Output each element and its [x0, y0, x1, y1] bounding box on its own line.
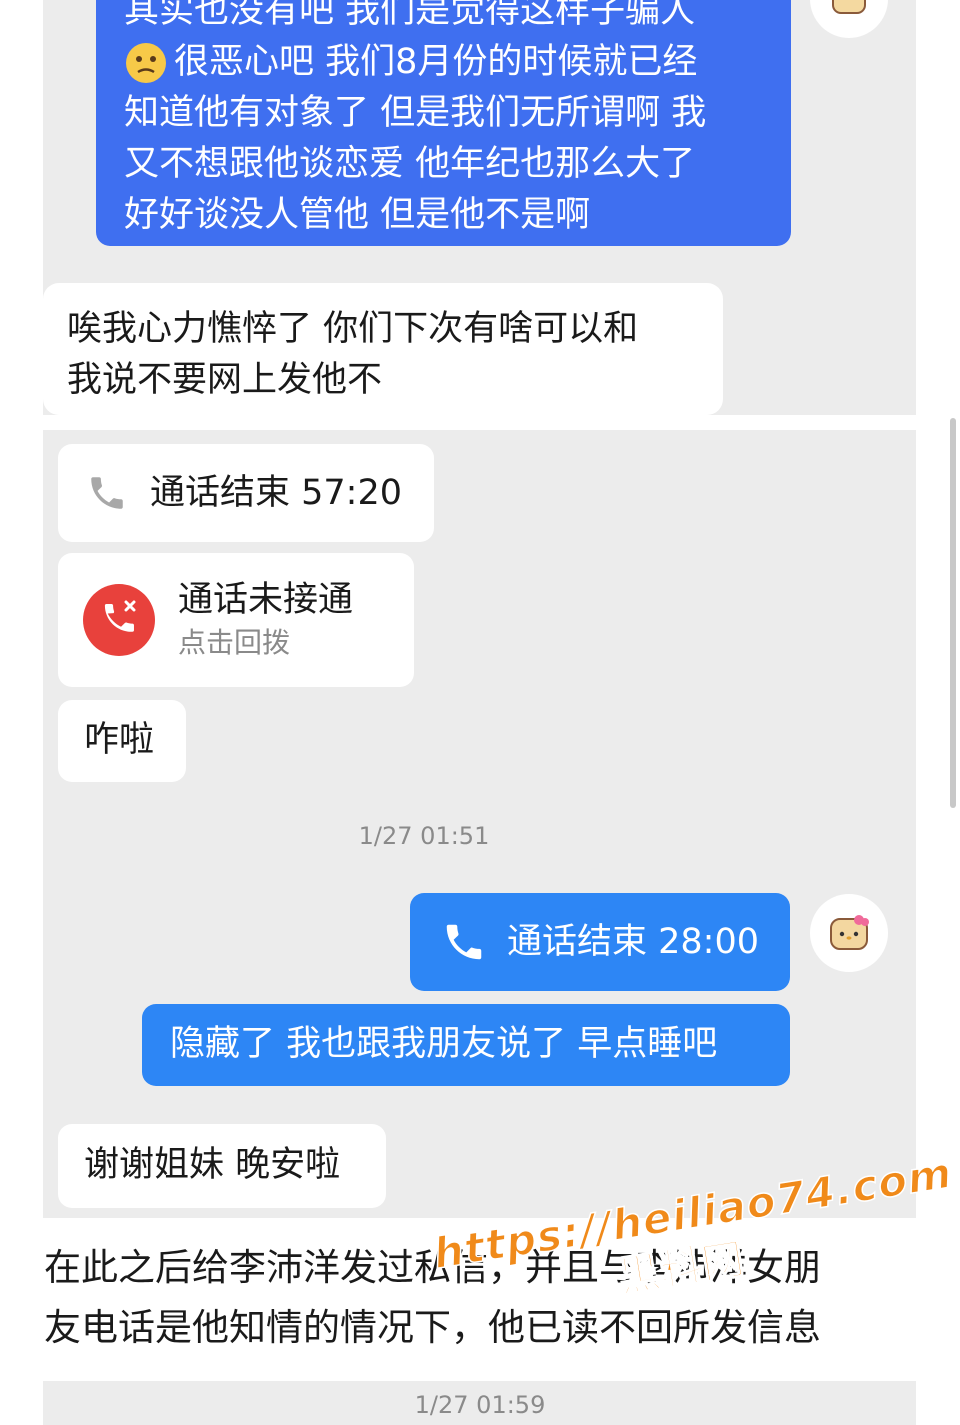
phone-icon — [446, 924, 482, 960]
avatar-sticker-icon — [832, 0, 866, 14]
received-message-bubble[interactable]: 谢谢姐妹 晚安啦 — [58, 1124, 386, 1208]
sent-message-bubble[interactable]: 其实也没有吧 我们是觉得这样子骗人 很恶心吧 我们8月份的时候就已经 知道他有对… — [96, 0, 791, 246]
received-message-bubble[interactable]: 咋啦 — [58, 700, 186, 782]
avatar[interactable] — [810, 894, 888, 972]
scrollbar[interactable] — [950, 418, 956, 808]
call-ended-bubble[interactable]: 通话结束 57:20 — [58, 444, 434, 542]
call-duration-label: 通话结束 28:00 — [507, 921, 759, 962]
missed-call-icon — [83, 584, 155, 656]
message-text: 又不想跟他谈恋爱 他年纪也那么大了 — [124, 144, 696, 184]
message-text: 好好谈没人管他 但是他不是啊 — [124, 195, 591, 235]
message-text: 很恶心吧 我们8月份的时候就已经 — [174, 42, 698, 82]
message-text: 其实也没有吧 我们是觉得这样子骗人 — [124, 0, 696, 31]
message-line: 很恶心吧 我们8月份的时候就已经 — [124, 37, 763, 88]
message-text: 咋啦 — [84, 720, 155, 760]
callback-link[interactable]: 点击回拨 — [178, 623, 353, 663]
message-text: 隐藏了 我也跟我朋友说了 早点睡吧 — [170, 1024, 718, 1064]
call-duration-label: 通话结束 57:20 — [150, 472, 402, 513]
message-text: 唉我心力憔悴了 你们下次有啥可以和 — [67, 309, 639, 349]
message-text: 谢谢姐妹 晚安啦 — [84, 1145, 341, 1185]
missed-call-title: 通话未接通 — [178, 580, 354, 620]
sent-message-bubble[interactable]: 隐藏了 我也跟我朋友说了 早点睡吧 — [142, 1004, 790, 1086]
message-text: 我说不要网上发他不 — [67, 360, 383, 400]
message-text: 知道他有对象了 但是我们无所谓啊 我 — [124, 93, 707, 133]
phone-icon — [91, 477, 123, 509]
missed-call-bubble[interactable]: 通话未接通 点击回拨 — [58, 553, 414, 687]
timestamp: 1/27 01:51 — [358, 822, 490, 850]
avatar-sticker-icon — [830, 915, 869, 950]
received-message-bubble[interactable]: 唉我心力憔悴了 你们下次有啥可以和 我说不要网上发他不 — [43, 283, 723, 415]
emoji-face-icon — [126, 42, 166, 83]
call-ended-bubble[interactable]: 通话结束 28:00 — [410, 893, 790, 991]
timestamp: 1/27 01:59 — [414, 1391, 546, 1419]
